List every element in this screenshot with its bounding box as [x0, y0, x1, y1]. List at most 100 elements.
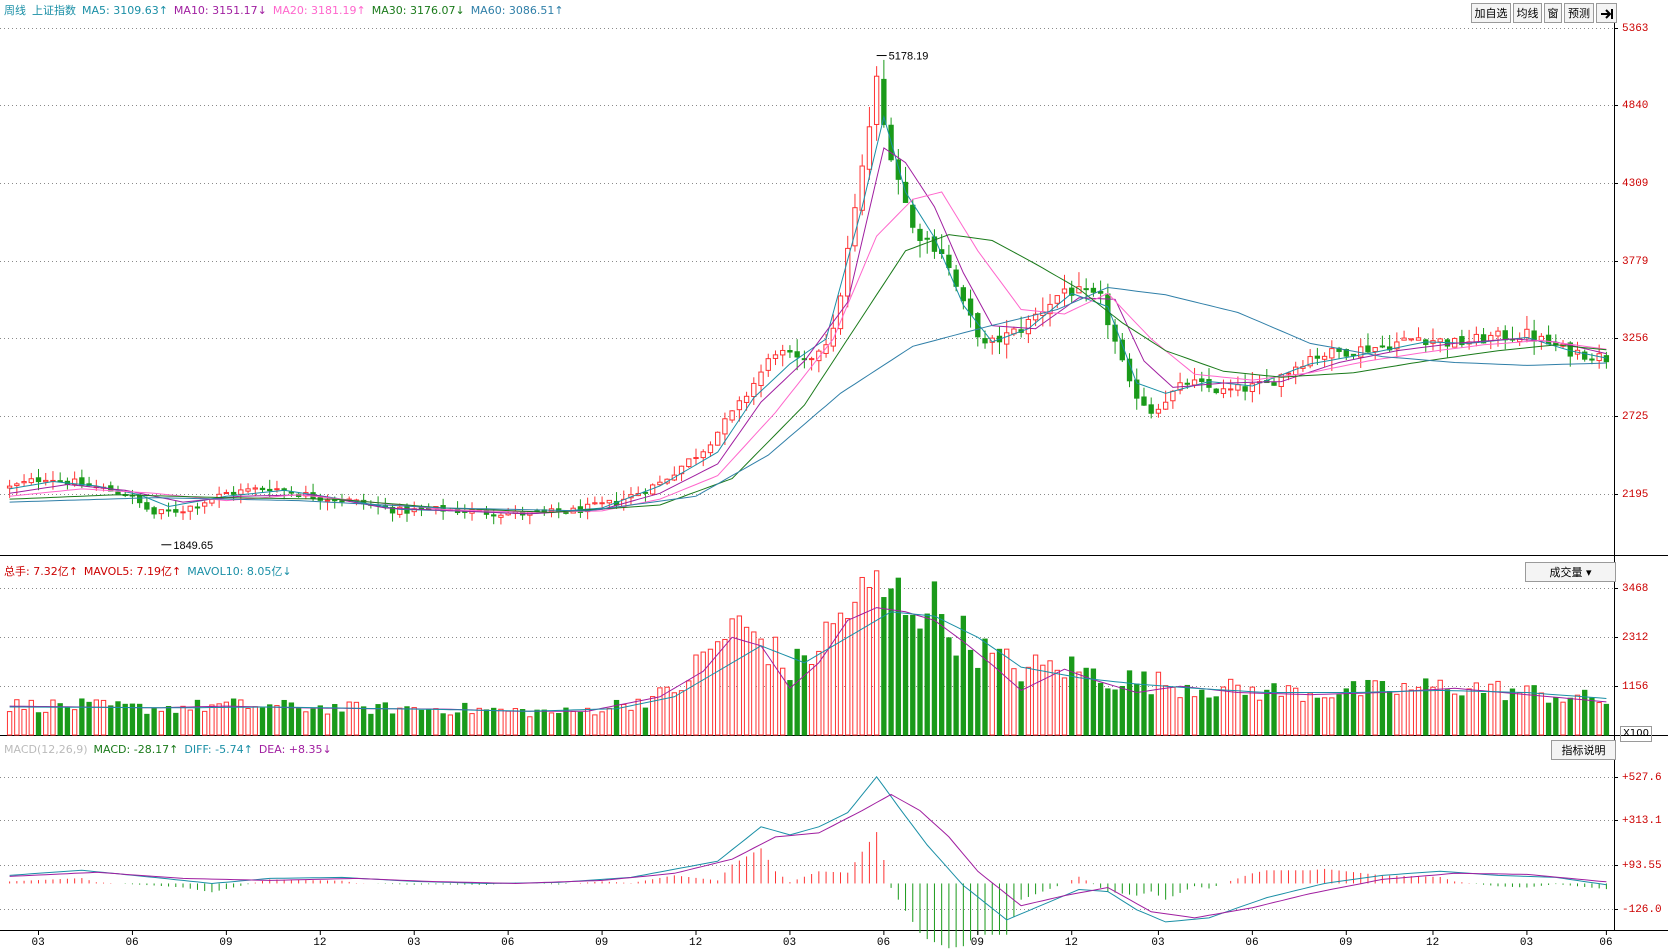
- candle-body: [772, 354, 779, 359]
- volume-bar: [79, 698, 85, 736]
- x-tick-label: 03: [407, 937, 421, 949]
- candle-body: [787, 350, 793, 353]
- candle-body: [1004, 332, 1010, 345]
- volume-bar: [765, 664, 771, 736]
- ma30-line: [9, 234, 1607, 513]
- forecast-button[interactable]: 预测: [1564, 3, 1594, 23]
- candle-body: [743, 395, 750, 403]
- volume-bar: [1032, 654, 1039, 736]
- volume-y-tick-label: 2312: [1622, 631, 1649, 644]
- volume-unit-label: X100: [1620, 726, 1652, 742]
- candle-body: [657, 481, 663, 486]
- candle-body: [136, 494, 143, 504]
- volume-bar: [382, 702, 388, 736]
- volume-bar: [649, 696, 656, 736]
- candles: [6, 59, 1610, 525]
- volume-bar: [491, 707, 497, 736]
- candle-body: [1538, 335, 1545, 341]
- volume-bar: [1451, 693, 1458, 736]
- candle-body: [1148, 404, 1154, 414]
- indicator-select-dropdown[interactable]: 成交量 ▾: [1525, 562, 1616, 582]
- candle-body: [43, 479, 49, 483]
- volume-bar: [1314, 697, 1321, 736]
- volume-bars: [6, 570, 1610, 736]
- volume-bar: [1112, 689, 1118, 736]
- x-tick-label: 09: [219, 937, 233, 949]
- volume-bar: [570, 710, 576, 736]
- volume-bar: [267, 704, 273, 736]
- x-tick-label: 06: [125, 937, 139, 949]
- candle-body: [1271, 382, 1277, 386]
- candle-body: [1314, 355, 1321, 359]
- volume-bar: [259, 707, 266, 736]
- candle-body: [324, 499, 331, 502]
- volume-bar: [1466, 688, 1472, 736]
- volume-bar: [1119, 685, 1125, 736]
- x-tick-label: 03: [31, 937, 45, 949]
- volume-bar: [924, 613, 930, 736]
- volume-bar: [1329, 697, 1335, 736]
- candle-body: [1228, 388, 1234, 391]
- volume-bar: [1242, 694, 1248, 736]
- candle-body: [35, 477, 42, 483]
- candle-body: [1379, 345, 1386, 348]
- candle-body: [1365, 345, 1371, 353]
- candle-body: [1191, 379, 1198, 386]
- candle-body: [758, 371, 764, 387]
- volume-bar: [100, 699, 107, 736]
- volume-bar: [1076, 671, 1082, 736]
- candle-body: [1155, 408, 1162, 414]
- candle-body: [1213, 388, 1219, 394]
- volume-bar: [1285, 685, 1292, 736]
- period-label: 周线: [4, 4, 26, 17]
- candle-body: [1083, 288, 1089, 291]
- candle-body: [267, 488, 273, 492]
- volume-bar: [729, 618, 735, 736]
- moving-average-button[interactable]: 均线: [1513, 3, 1542, 23]
- candle-body: [729, 410, 735, 421]
- indicator-help-button[interactable]: 指标说明: [1551, 740, 1616, 760]
- volume-bar: [1126, 670, 1133, 736]
- volume-y-tick-label: 1156: [1622, 680, 1649, 693]
- volume-bar: [1191, 696, 1198, 736]
- candle-body: [288, 491, 295, 494]
- volume-bar: [548, 712, 555, 736]
- volume-bar: [873, 570, 880, 736]
- volume-bar: [1545, 702, 1552, 736]
- candle-body: [722, 418, 728, 435]
- mavol5-value: MAVOL5: 7.19亿↑: [83, 565, 182, 578]
- candle-body: [259, 487, 266, 491]
- candle-body: [252, 487, 258, 490]
- candle-body: [1401, 337, 1407, 341]
- volume-bar: [1025, 666, 1032, 736]
- chart-window: 5178.19 1849.65 周线 上证指数 MA5: 3109.63↑ MA10: …: [0, 0, 1668, 950]
- price-y-tick-label: 5363: [1622, 22, 1649, 35]
- volume-bar: [996, 648, 1003, 736]
- volume-bar: [657, 687, 663, 736]
- candle-body: [274, 488, 280, 491]
- macd-value: MACD: -28.17↑: [93, 743, 179, 756]
- candle-body: [794, 351, 800, 358]
- volume-bar: [758, 638, 764, 736]
- volume-bar: [21, 708, 27, 736]
- candle-body: [245, 488, 251, 492]
- volume-bar: [1444, 689, 1451, 736]
- volume-bar: [881, 597, 887, 736]
- chart-canvas[interactable]: 5178.19 1849.65: [0, 0, 1668, 950]
- x-tick-label: 06: [1245, 937, 1259, 949]
- volume-bar: [859, 576, 865, 736]
- volume-bar: [1553, 696, 1559, 736]
- volume-bar: [310, 708, 316, 736]
- volume-bar: [1061, 677, 1068, 736]
- add-watchlist-button[interactable]: 加自选: [1471, 3, 1511, 23]
- candle-body: [1170, 390, 1176, 402]
- volume-bar: [389, 713, 396, 736]
- volume-bar: [628, 709, 634, 736]
- candle-body: [238, 489, 244, 495]
- candle-body: [1321, 355, 1328, 360]
- volume-bar: [1372, 680, 1378, 736]
- price-y-tick-label: 4309: [1622, 177, 1649, 190]
- window-button[interactable]: 窗: [1544, 3, 1562, 23]
- volume-bar: [1517, 692, 1523, 736]
- exit-icon[interactable]: [1596, 3, 1617, 23]
